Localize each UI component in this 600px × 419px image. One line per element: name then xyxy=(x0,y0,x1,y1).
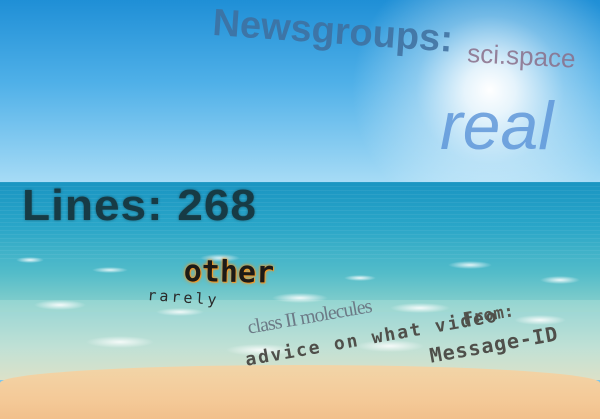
sand-shore xyxy=(0,365,600,419)
beach-scene: Newsgroups: sci.space real Lines: 268 ot… xyxy=(0,0,600,419)
word-real: real xyxy=(440,88,554,164)
lines-count: Lines: 268 xyxy=(22,180,257,230)
word-other: other xyxy=(183,254,275,291)
newsgroup-name: sci.space xyxy=(466,38,577,74)
